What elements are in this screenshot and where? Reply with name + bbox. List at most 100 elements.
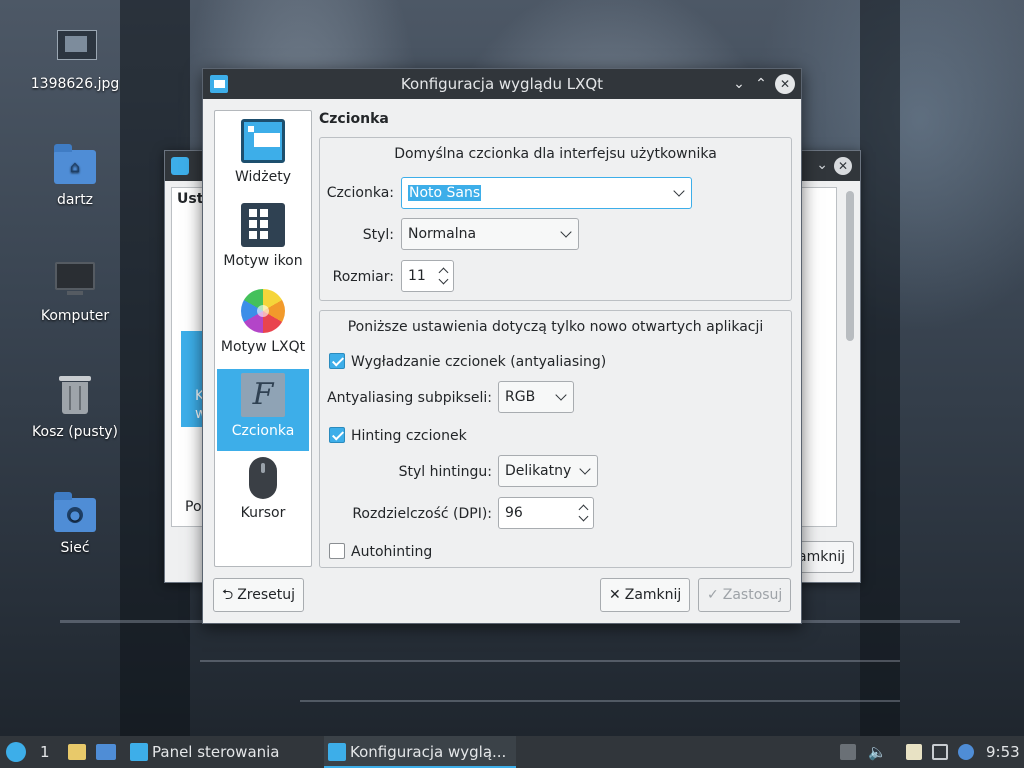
desktop-icon-label: Sieć bbox=[60, 540, 90, 556]
sidebar-item-label: Czcionka bbox=[231, 423, 295, 439]
lxqt-theme-icon bbox=[241, 289, 285, 333]
font-icon: F bbox=[241, 373, 285, 417]
subpixel-select[interactable]: RGB bbox=[498, 381, 574, 413]
sidebar-item-icon-theme[interactable]: Motyw ikon bbox=[217, 199, 309, 281]
subpixel-select-value: RGB bbox=[505, 389, 536, 405]
show-desktop-icon[interactable] bbox=[96, 744, 116, 760]
widgets-icon bbox=[241, 119, 285, 163]
category-sidebar: Widżety Motyw ikon Motyw LXQt F Czcionka… bbox=[214, 110, 312, 567]
cursor-icon bbox=[249, 457, 277, 499]
desktop-icon-home-folder[interactable]: ⌂ dartz bbox=[20, 142, 130, 208]
network-folder-icon: ● bbox=[53, 490, 97, 534]
desktop-icon-label: Kosz (pusty) bbox=[32, 424, 118, 440]
reset-button-label: Zresetuj bbox=[237, 587, 296, 603]
control-panel-icon bbox=[171, 157, 189, 175]
appearance-config-dialog[interactable]: Konfiguracja wyglądu LXQt ⌄ ⌃ ✕ Widżety … bbox=[202, 68, 802, 624]
checkbox-checked-icon bbox=[329, 353, 345, 369]
control-panel-icon bbox=[130, 743, 148, 761]
style-select[interactable]: Normalna bbox=[401, 218, 579, 250]
group-title: Poniższe ustawienia dotyczą tylko nowo o… bbox=[347, 319, 764, 335]
font-select[interactable]: Noto Sans bbox=[401, 177, 692, 209]
close-icon: ✕ bbox=[609, 587, 621, 603]
group-title: Domyślna czcionka dla interfejsu użytkow… bbox=[394, 146, 717, 162]
dpi-value: 96 bbox=[505, 505, 523, 521]
main-menu-icon[interactable] bbox=[6, 742, 26, 762]
apply-button-label: Zastosuj bbox=[722, 587, 783, 603]
network-icon[interactable] bbox=[932, 744, 948, 760]
dialog-titlebar[interactable]: Konfiguracja wyglądu LXQt ⌄ ⌃ ✕ bbox=[203, 69, 801, 99]
dpi-label: Rozdzielczość (DPI): bbox=[352, 506, 492, 522]
hinting-checkbox[interactable]: Hinting czcionek bbox=[329, 427, 467, 444]
chevron-down-icon bbox=[673, 185, 685, 197]
sidebar-item-label: Motyw LXQt bbox=[220, 339, 306, 355]
desktop-icon-network[interactable]: ● Sieć bbox=[20, 490, 130, 556]
apply-button[interactable]: ✓ Zastosuj bbox=[698, 578, 792, 612]
hinting-label: Hinting czcionek bbox=[351, 428, 467, 444]
hint-style-select-value: Delikatny bbox=[505, 463, 572, 479]
subpixel-label: Antyaliasing subpikseli: bbox=[327, 390, 492, 406]
desktop-icon-computer[interactable]: Komputer bbox=[20, 258, 130, 324]
trash-icon bbox=[53, 374, 97, 418]
sidebar-item-font[interactable]: F Czcionka bbox=[217, 369, 309, 451]
icon-theme-icon bbox=[241, 203, 285, 247]
sidebar-item-label: Kursor bbox=[240, 505, 286, 521]
desktop-icon-image[interactable]: 1398626.jpg bbox=[20, 26, 130, 92]
font-label: Czcionka: bbox=[326, 185, 394, 201]
task-appearance-config[interactable]: Konfiguracja wyglą... bbox=[324, 736, 516, 768]
maximize-icon[interactable]: ⌃ bbox=[751, 74, 771, 94]
undo-icon: ⮌ bbox=[222, 587, 234, 603]
background-window-scrollbar[interactable] bbox=[844, 187, 856, 527]
home-folder-icon: ⌂ bbox=[53, 142, 97, 186]
checkmark-icon: ✓ bbox=[707, 587, 719, 603]
minimize-icon[interactable]: ⌄ bbox=[729, 74, 749, 94]
desktop-icon-trash[interactable]: Kosz (pusty) bbox=[20, 374, 130, 440]
hint-style-label: Styl hintingu: bbox=[398, 464, 492, 480]
autohinting-label: Autohinting bbox=[351, 544, 433, 560]
sidebar-item-lxqt-theme[interactable]: Motyw LXQt bbox=[217, 285, 309, 367]
checkbox-checked-icon bbox=[329, 427, 345, 443]
chevron-down-icon bbox=[579, 463, 591, 475]
autohinting-checkbox[interactable]: Autohinting bbox=[329, 543, 432, 560]
close-icon[interactable]: ✕ bbox=[834, 157, 852, 175]
computer-icon bbox=[53, 258, 97, 302]
volume-icon[interactable]: 🔈 bbox=[868, 744, 887, 760]
minimize-icon[interactable]: ⌄ bbox=[816, 157, 828, 173]
dpi-spinbox[interactable]: 96 bbox=[498, 497, 594, 529]
background-window-heading: Ust bbox=[177, 191, 204, 207]
font-select-value: Noto Sans bbox=[408, 185, 482, 201]
notification-icon[interactable] bbox=[958, 744, 974, 760]
file-manager-icon[interactable] bbox=[68, 744, 86, 760]
close-button[interactable]: ✕ Zamknij bbox=[600, 578, 691, 612]
close-icon[interactable]: ✕ bbox=[775, 74, 795, 94]
desktop-switcher[interactable]: 1 bbox=[40, 736, 50, 768]
image-file-icon bbox=[53, 26, 97, 70]
dialog-title: Konfiguracja wyglądu LXQt bbox=[400, 75, 604, 93]
reset-button[interactable]: ⮌ Zresetuj bbox=[213, 578, 305, 612]
style-label: Styl: bbox=[362, 227, 394, 243]
antialiasing-label: Wygładzanie czcionek (antyaliasing) bbox=[351, 354, 607, 370]
close-button-label: Zamknij bbox=[624, 587, 682, 603]
hint-style-select[interactable]: Delikatny bbox=[498, 455, 598, 487]
section-title: Czcionka bbox=[319, 111, 389, 127]
sidebar-item-widgets[interactable]: Widżety bbox=[217, 115, 309, 197]
task-control-panel[interactable]: Panel sterowania bbox=[126, 736, 316, 768]
size-label: Rozmiar: bbox=[332, 269, 394, 285]
taskbar: 1 Panel sterowania Konfiguracja wyglą...… bbox=[0, 736, 1024, 768]
default-font-group: Domyślna czcionka dla interfejsu użytkow… bbox=[319, 137, 792, 301]
clipboard-icon[interactable] bbox=[906, 744, 922, 760]
sidebar-item-cursor[interactable]: Kursor bbox=[217, 453, 309, 535]
size-spinbox[interactable]: 11 bbox=[401, 260, 454, 292]
appearance-app-icon bbox=[328, 743, 346, 761]
desktop-icon-label: Komputer bbox=[40, 308, 110, 324]
antialiasing-checkbox[interactable]: Wygładzanie czcionek (antyaliasing) bbox=[329, 353, 606, 370]
tray-up-icon[interactable] bbox=[840, 744, 856, 760]
style-select-value: Normalna bbox=[408, 226, 477, 242]
chevron-down-icon bbox=[560, 226, 572, 238]
desktop-icon-label: dartz bbox=[56, 192, 94, 208]
task-label: Panel sterowania bbox=[152, 743, 280, 761]
size-value: 11 bbox=[408, 268, 426, 284]
chevron-down-icon[interactable] bbox=[578, 511, 589, 522]
clock[interactable]: 9:53 bbox=[986, 736, 1020, 768]
chevron-down-icon bbox=[555, 389, 567, 401]
chevron-down-icon[interactable] bbox=[438, 274, 449, 285]
